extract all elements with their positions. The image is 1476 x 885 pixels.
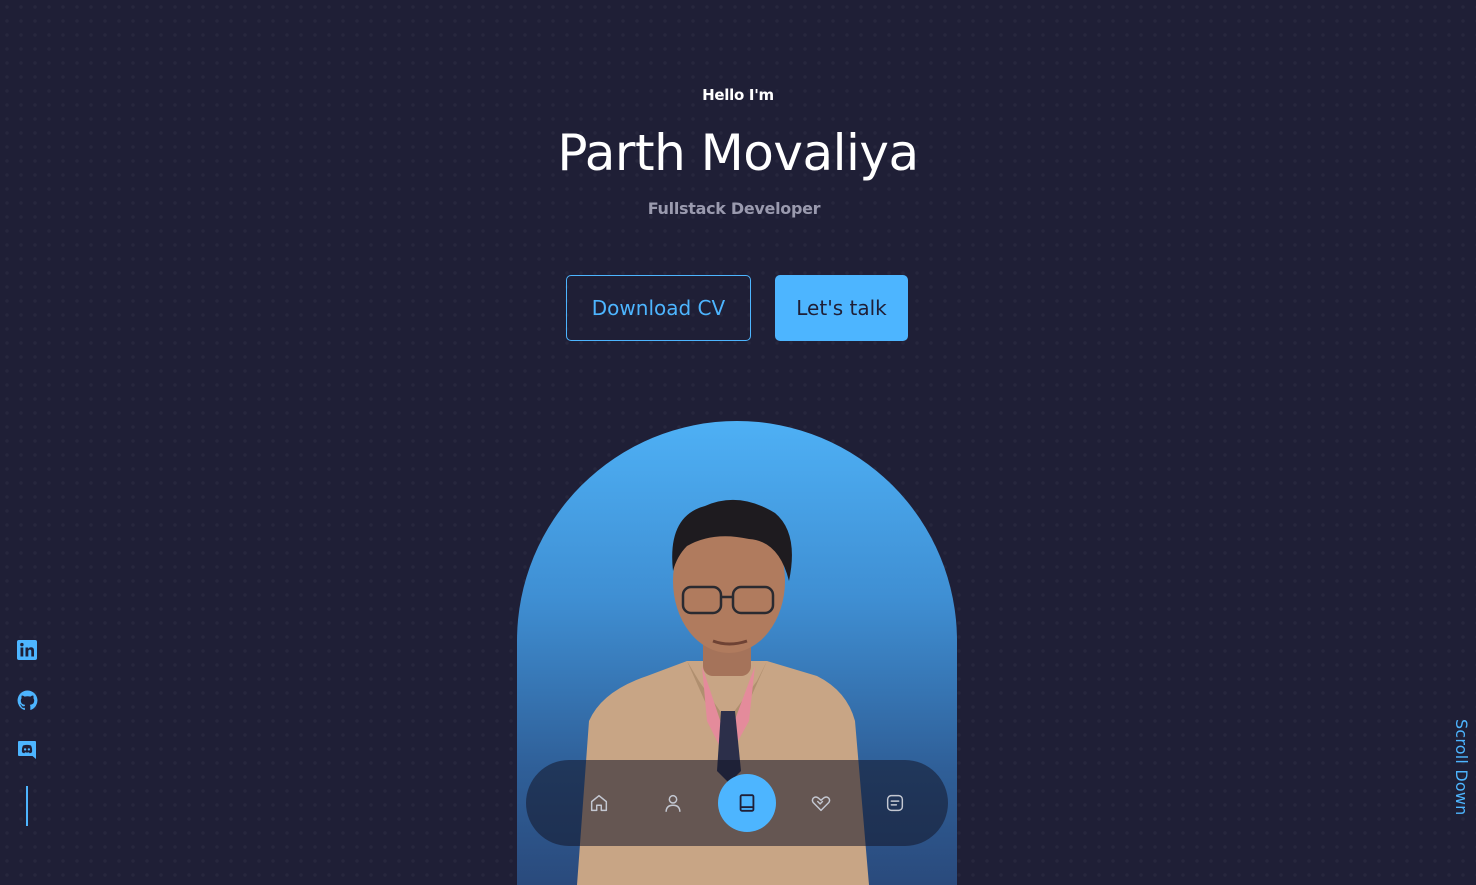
download-cv-button[interactable]: Download CV xyxy=(566,275,751,341)
linkedin-link[interactable] xyxy=(15,638,39,662)
greeting-text: Hello I'm xyxy=(702,86,774,104)
linkedin-icon xyxy=(17,640,37,660)
scroll-down-link[interactable]: Scroll Down xyxy=(1452,719,1471,815)
message-icon xyxy=(886,794,904,812)
github-icon xyxy=(17,690,37,710)
bottom-nav xyxy=(526,760,948,846)
handshake-icon xyxy=(811,796,831,812)
discord-link[interactable] xyxy=(15,738,39,762)
home-icon xyxy=(590,794,608,812)
role-subtitle: Fullstack Developer xyxy=(647,199,821,218)
user-icon xyxy=(665,794,681,812)
nav-experience[interactable] xyxy=(718,774,776,832)
page-title: Parth Movaliya xyxy=(557,124,919,182)
book-icon xyxy=(739,794,755,812)
social-links xyxy=(15,638,39,826)
nav-home[interactable] xyxy=(570,774,628,832)
nav-contact[interactable] xyxy=(866,774,924,832)
nav-services[interactable] xyxy=(792,774,850,832)
hero-section: Hello I'm Parth Movaliya Fullstack Devel… xyxy=(0,0,1476,885)
discord-icon xyxy=(18,741,36,759)
lets-talk-button[interactable]: Let's talk xyxy=(775,275,908,341)
social-divider xyxy=(26,786,28,826)
nav-about[interactable] xyxy=(644,774,702,832)
github-link[interactable] xyxy=(15,688,39,712)
